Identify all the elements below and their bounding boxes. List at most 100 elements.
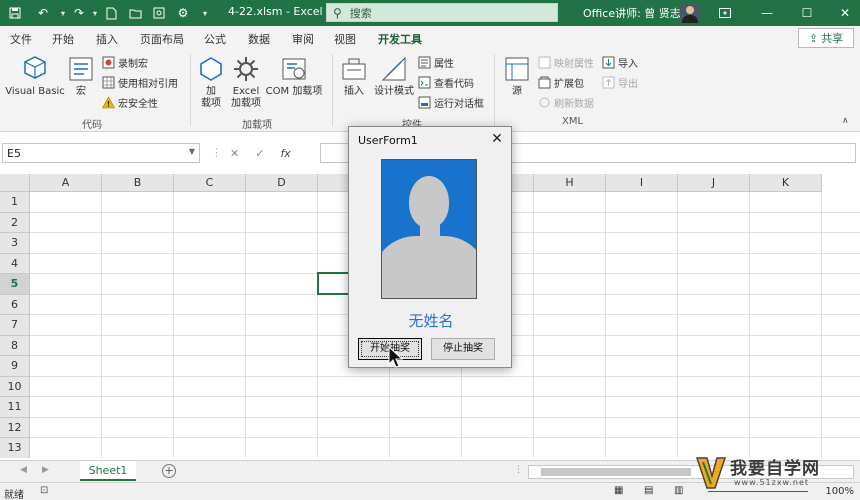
tab-data[interactable]: 数据 <box>248 31 270 47</box>
sheet-tab-sheet1[interactable]: Sheet1 <box>80 461 136 481</box>
export-button[interactable]: 导出 <box>602 74 638 90</box>
row-header-3[interactable]: 3 <box>0 233 30 254</box>
avatar[interactable] <box>680 3 700 23</box>
dialog-title: UserForm1 <box>358 134 418 147</box>
design-mode-button[interactable]: 设计模式 <box>372 54 416 98</box>
properties-button[interactable]: 属性 <box>418 54 454 70</box>
relative-reference-icon <box>102 76 115 88</box>
record-macro-button[interactable]: 录制宏 <box>102 54 148 70</box>
macro-security-button[interactable]: 宏安全性 <box>102 94 158 110</box>
tab-review[interactable]: 审阅 <box>292 31 314 47</box>
name-box[interactable]: E5 ▼ <box>2 143 200 163</box>
select-all-corner[interactable] <box>0 174 30 192</box>
import-button[interactable]: 导入 <box>602 54 638 70</box>
chevron-down-icon[interactable]: ▼ <box>189 147 195 156</box>
insert-function-icon[interactable]: fx <box>280 147 290 160</box>
undo-icon[interactable]: ↶ <box>34 4 52 22</box>
close-icon[interactable]: ✕ <box>836 4 854 22</box>
tab-formulas[interactable]: 公式 <box>204 31 226 47</box>
macro-record-icon[interactable]: ⊡ <box>40 485 48 496</box>
expansion-packs-button[interactable]: 扩展包 <box>538 74 584 90</box>
refresh-data-button[interactable]: 刷新数据 <box>538 94 594 110</box>
page-layout-view-icon[interactable]: ▤ <box>644 485 653 496</box>
row-header-1[interactable]: 1 <box>0 192 30 213</box>
macros-button[interactable]: 宏 <box>66 54 96 98</box>
tab-developer[interactable]: 开发工具 <box>376 31 424 52</box>
run-dialog-button[interactable]: 运行对话框 <box>418 94 484 110</box>
view-code-icon <box>418 76 431 88</box>
column-header-k[interactable]: K <box>750 174 822 192</box>
name-label: 无姓名 <box>408 312 454 330</box>
addins-button[interactable]: 加 载项 <box>196 54 226 110</box>
visual-basic-button[interactable]: Visual Basic <box>4 54 66 98</box>
add-sheet-button[interactable]: + <box>162 464 176 478</box>
tab-file[interactable]: 文件 <box>10 31 32 47</box>
maximize-icon[interactable]: ☐ <box>798 4 816 22</box>
column-header-j[interactable]: J <box>678 174 750 192</box>
mouse-cursor-icon <box>388 346 404 368</box>
tab-home[interactable]: 开始 <box>52 31 74 47</box>
settings-icon[interactable]: ⚙ <box>174 4 192 22</box>
tab-view[interactable]: 视图 <box>334 31 356 47</box>
column-header-h[interactable]: H <box>534 174 606 192</box>
stop-draw-button[interactable]: 停止抽奖 <box>431 338 495 360</box>
minimize-icon[interactable]: — <box>758 4 776 22</box>
print-preview-icon[interactable] <box>150 4 168 22</box>
grid-line <box>30 437 860 438</box>
close-icon[interactable]: ✕ <box>489 131 505 147</box>
group-separator <box>332 54 333 126</box>
row-header-6[interactable]: 6 <box>0 294 30 315</box>
group-label-code: 代码 <box>82 120 102 131</box>
tab-page-layout[interactable]: 页面布局 <box>140 31 184 47</box>
new-file-icon[interactable] <box>102 4 120 22</box>
enter-icon[interactable]: ✓ <box>255 147 264 160</box>
userform-dialog[interactable]: UserForm1 ✕ 无姓名 开始抽奖 停止抽奖 <box>348 126 512 368</box>
row-header-12[interactable]: 12 <box>0 417 30 438</box>
search-input[interactable]: ⚲ 搜索 <box>326 3 558 22</box>
row-header-8[interactable]: 8 <box>0 335 30 356</box>
silhouette-body <box>382 236 476 298</box>
share-button[interactable]: ⇪ 共享 <box>798 28 854 48</box>
com-addins-button[interactable]: COM 加载项 <box>264 54 324 98</box>
tab-insert[interactable]: 插入 <box>96 31 118 47</box>
column-header-i[interactable]: I <box>606 174 678 192</box>
row-header-2[interactable]: 2 <box>0 212 30 233</box>
map-properties-icon <box>538 56 551 68</box>
cancel-icon[interactable]: ✕ <box>230 147 239 160</box>
scroll-splitter-icon[interactable]: ⋮ <box>514 465 523 475</box>
search-icon: ⚲ <box>333 5 342 20</box>
com-addins-icon <box>282 58 306 80</box>
view-code-button[interactable]: 查看代码 <box>418 74 474 90</box>
excel-addins-button[interactable]: Excel 加载项 <box>228 54 264 110</box>
excel-window: ↶ ▾ ↷ ▾ ⚙ ▾ 4-22.xlsm - Excel ⚲ 搜索 Offic… <box>0 0 860 500</box>
column-header-c[interactable]: C <box>174 174 246 192</box>
insert-control-button[interactable]: 插入 <box>338 54 370 98</box>
row-header-10[interactable]: 10 <box>0 376 30 397</box>
customize-toolbar-icon[interactable]: ▾ <box>196 4 214 22</box>
scroll-left-icon[interactable]: ◀ <box>20 465 27 475</box>
logo-icon <box>695 457 727 489</box>
scrollbar-thumb[interactable] <box>541 468 691 476</box>
account-name[interactable]: Office讲师: 曾 贤志 <box>583 5 681 21</box>
row-header-11[interactable]: 11 <box>0 397 30 418</box>
scroll-right-icon[interactable]: ▶ <box>42 465 49 475</box>
row-header-13[interactable]: 13 <box>0 438 30 458</box>
column-header-a[interactable]: A <box>30 174 102 192</box>
column-header-b[interactable]: B <box>102 174 174 192</box>
page-break-view-icon[interactable]: ▥ <box>674 485 683 496</box>
open-folder-icon[interactable] <box>126 4 144 22</box>
xml-source-icon <box>505 57 529 81</box>
row-header-4[interactable]: 4 <box>0 253 30 274</box>
ribbon-display-icon[interactable] <box>716 4 734 22</box>
row-header-5[interactable]: 5 <box>0 274 30 295</box>
drag-handle-icon[interactable]: ⋮ <box>211 146 222 159</box>
row-header-9[interactable]: 9 <box>0 356 30 377</box>
source-button[interactable]: 源 <box>502 54 532 98</box>
row-header-7[interactable]: 7 <box>0 315 30 336</box>
column-header-d[interactable]: D <box>246 174 318 192</box>
collapse-ribbon-icon[interactable]: ∧ <box>842 116 849 126</box>
normal-view-icon[interactable]: ▦ <box>614 485 623 496</box>
map-properties-button[interactable]: 映射属性 <box>538 54 594 70</box>
relative-reference-button[interactable]: 使用相对引用 <box>102 74 178 90</box>
save-icon[interactable] <box>6 4 24 22</box>
